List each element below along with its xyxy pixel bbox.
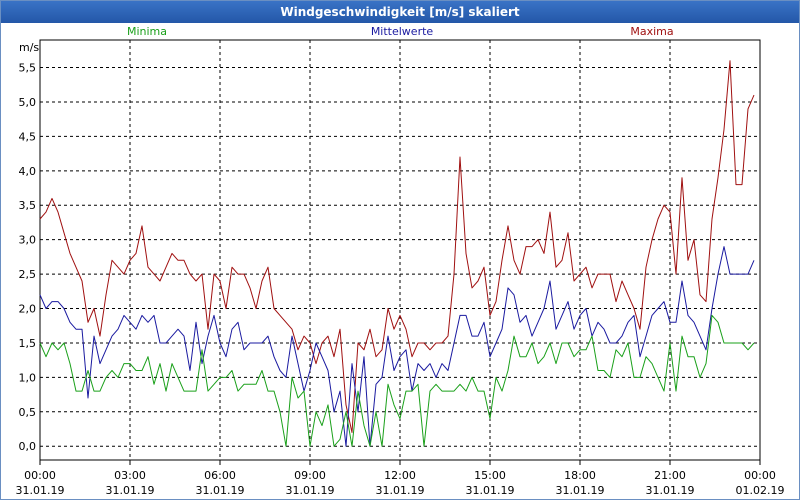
series-line-maxima xyxy=(39,60,755,433)
x-tick-time: 03:00 xyxy=(114,469,146,482)
y-axis-label: m/s xyxy=(19,41,39,54)
y-tick-label: 2,5 xyxy=(19,268,37,281)
x-tick-date: 31.01.19 xyxy=(106,484,155,497)
series-line-minima xyxy=(39,314,755,447)
series-line-mittelwerte xyxy=(39,246,755,447)
legend-maxima: Maxima xyxy=(630,25,673,38)
x-tick-date: 31.01.19 xyxy=(196,484,245,497)
x-tick-date: 31.01.19 xyxy=(556,484,605,497)
x-tick-time: 06:00 xyxy=(204,469,236,482)
grid-lines xyxy=(39,40,761,465)
y-tick-label: 0,5 xyxy=(19,406,37,419)
y-tick-label: 3,0 xyxy=(19,234,37,247)
x-tick-date: 31.01.19 xyxy=(286,484,335,497)
x-tick-date: 31.01.19 xyxy=(16,484,65,497)
y-tick-label: 1,5 xyxy=(19,337,37,350)
y-tick-label: 4,5 xyxy=(19,130,37,143)
x-tick-date: 31.01.19 xyxy=(646,484,695,497)
x-tick-date: 31.01.19 xyxy=(466,484,515,497)
wind-speed-chart: m/s Minima Mittelwerte Maxima 0,0 0,5 1,0 1… xyxy=(16,25,785,497)
y-tick-label: 4,0 xyxy=(19,165,37,178)
x-tick-time: 12:00 xyxy=(384,469,416,482)
x-tick-time: 21:00 xyxy=(654,469,686,482)
y-tick-label: 2,0 xyxy=(19,303,37,316)
x-tick-date: 31.01.19 xyxy=(376,484,425,497)
y-tick-labels: 0,0 0,5 1,0 1,5 2,0 2,5 3,0 3,5 4,0 4,5 5,0 5,5 xyxy=(19,62,37,454)
x-tick-date: 01.02.19 xyxy=(736,484,785,497)
x-tick-time: 00:00 xyxy=(744,469,776,482)
y-tick-label: 5,0 xyxy=(19,96,37,109)
y-tick-label: 3,5 xyxy=(19,199,37,212)
x-tick-time: 18:00 xyxy=(564,469,596,482)
x-tick-time: 00:00 xyxy=(24,469,56,482)
y-tick-label: 0,0 xyxy=(19,440,37,453)
legend-minima: Minima xyxy=(127,25,167,38)
legend-mittelwerte: Mittelwerte xyxy=(371,25,434,38)
y-tick-label: 1,0 xyxy=(19,371,37,384)
series-lines xyxy=(39,60,755,447)
x-tick-labels: 00:00 31.01.19 03:00 31.01.19 06:00 31.01.19 0… xyxy=(16,469,785,497)
y-tick-label: 5,5 xyxy=(19,62,37,75)
x-tick-time: 09:00 xyxy=(294,469,326,482)
x-tick-time: 15:00 xyxy=(474,469,506,482)
